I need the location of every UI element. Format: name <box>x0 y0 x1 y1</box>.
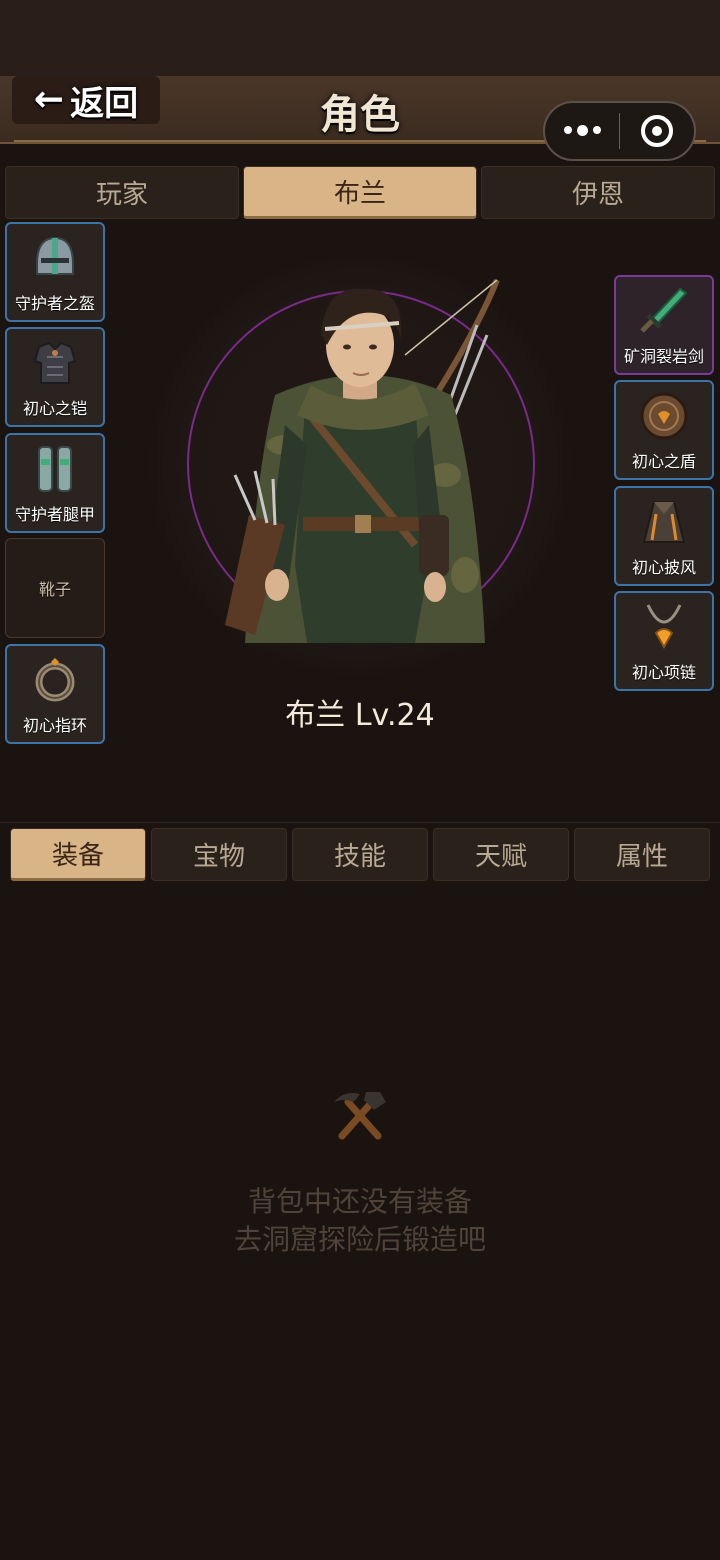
slot-cloak[interactable]: 初心披风 <box>614 486 714 586</box>
page-title: 角色 <box>320 92 400 138</box>
section-divider <box>0 822 720 823</box>
arrow-left-icon: ← <box>33 79 65 120</box>
tab-bran[interactable]: 布兰 <box>243 166 477 219</box>
shield-icon <box>640 392 688 440</box>
slot-greaves[interactable]: 守护者腿甲 <box>5 433 105 533</box>
tab-treasure[interactable]: 宝物 <box>151 828 287 881</box>
slot-label: 初心之盾 <box>631 452 696 471</box>
character-name-level: 布兰 Lv.24 <box>285 698 435 733</box>
slot-label: 初心披风 <box>631 558 696 577</box>
slot-boots[interactable]: 靴子 <box>5 538 105 638</box>
character-portrait <box>225 278 500 643</box>
back-label: 返回 <box>70 83 139 124</box>
empty-message-line2: 去洞窟探险后锻造吧 <box>233 1223 486 1256</box>
necklace-icon <box>646 604 682 650</box>
tab-equipment[interactable]: 装备 <box>10 828 146 881</box>
helmet-icon <box>36 236 74 275</box>
slot-weapon[interactable]: 矿洞裂岩剑 <box>614 275 714 375</box>
slot-label: 初心项链 <box>631 663 696 682</box>
greaves-icon <box>38 446 72 492</box>
slot-armor[interactable]: 初心之铠 <box>5 327 105 427</box>
slot-helmet[interactable]: 守护者之盔 <box>5 222 105 322</box>
empty-message-line1: 背包中还没有装备 <box>247 1185 472 1218</box>
slot-necklace[interactable]: 初心项链 <box>614 591 714 691</box>
more-icon[interactable] <box>545 125 619 136</box>
slot-label: 守护者之盔 <box>14 294 95 313</box>
status-bar-area <box>0 0 720 76</box>
slot-label: 靴子 <box>38 580 71 599</box>
miniprogram-capsule <box>543 101 696 161</box>
hammer-pickaxe-icon <box>334 1092 386 1140</box>
slot-ring[interactable]: 初心指环 <box>5 644 105 744</box>
slot-label: 初心指环 <box>22 716 87 735</box>
slot-label: 守护者腿甲 <box>14 505 95 524</box>
slot-label: 初心之铠 <box>22 399 87 418</box>
tab-player[interactable]: 玩家 <box>5 166 239 219</box>
slot-shield[interactable]: 初心之盾 <box>614 380 714 480</box>
sword-icon <box>640 287 688 333</box>
close-miniprogram-icon[interactable] <box>620 115 694 147</box>
tab-skills[interactable]: 技能 <box>292 828 428 881</box>
armor-icon <box>33 341 77 384</box>
cloak-icon <box>642 501 686 543</box>
tab-ian[interactable]: 伊恩 <box>481 166 715 219</box>
slot-label: 矿洞裂岩剑 <box>623 347 704 366</box>
tab-attributes[interactable]: 属性 <box>574 828 710 881</box>
ring-icon <box>35 658 75 702</box>
tab-talents[interactable]: 天赋 <box>433 828 569 881</box>
back-button[interactable]: ← 返回 <box>12 76 160 124</box>
